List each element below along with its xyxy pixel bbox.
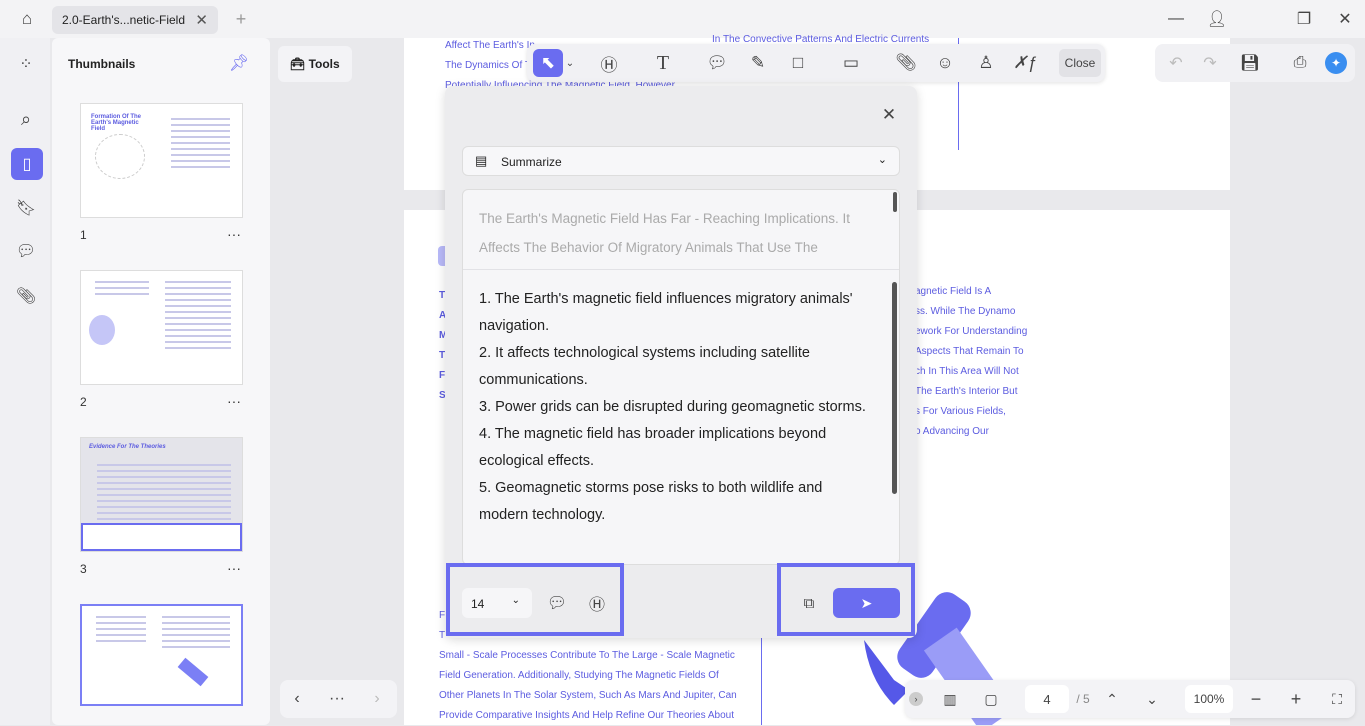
print-icon[interactable]: ⎙: [1287, 50, 1313, 76]
thumbnail-page-3[interactable]: Evidence For The Theories: [80, 437, 243, 552]
annotation-toolbar: ⬉ ⌄ Ⓗ T 💬︎ ✎ □ ▭ 📎︎ ☺ ♙ ✗ƒ Close: [527, 44, 1105, 82]
close-window-icon[interactable]: ✕: [1334, 8, 1356, 30]
undo-icon[interactable]: ↶: [1163, 50, 1189, 76]
page-number: 2: [80, 395, 87, 409]
close-dialog-icon[interactable]: ✕: [877, 104, 901, 126]
highlight-tool-icon[interactable]: Ⓗ: [595, 49, 623, 77]
zoom-out-icon[interactable]: −: [1245, 685, 1267, 713]
more-options-icon[interactable]: ···: [227, 226, 241, 242]
fit-page-icon[interactable]: ⛶: [1325, 685, 1349, 713]
stamp-tool-icon[interactable]: ♙: [972, 49, 1000, 77]
highlight-box-left: [446, 563, 624, 636]
more-options-icon[interactable]: ···: [227, 560, 241, 576]
bookmark-icon[interactable]: 🔖︎: [12, 196, 40, 220]
user-icon[interactable]: 👤︎: [1206, 8, 1228, 30]
page-total: / 5: [1076, 692, 1090, 706]
restore-icon[interactable]: ❐: [1293, 8, 1315, 30]
scrollbar[interactable]: [892, 282, 897, 494]
thumbnail-title: Evidence For The Theories: [89, 444, 166, 450]
attach-tool-icon[interactable]: 📎︎: [892, 49, 920, 77]
measure-tool-icon[interactable]: ▭: [837, 49, 865, 77]
save-icon[interactable]: 💾︎: [1237, 50, 1263, 76]
left-rail: ⁘ ⌕ ▯ 🔖︎ 💬︎ 📎︎: [0, 38, 50, 725]
pin-icon[interactable]: 📌︎: [228, 53, 250, 73]
page-number: 1: [80, 228, 87, 242]
chevron-down-icon: ⌄: [877, 154, 887, 166]
more-icon[interactable]: ···: [326, 688, 348, 710]
shape-tool-icon[interactable]: □: [784, 49, 812, 77]
pencil-tool-icon[interactable]: ✎: [744, 49, 772, 77]
search-icon[interactable]: ⌕: [12, 107, 40, 131]
select-tool-icon[interactable]: ⬉: [533, 49, 563, 77]
content-box: The Earth's Magnetic Field Has Far - Rea…: [462, 189, 900, 565]
page-layout-icon[interactable]: ▥: [937, 685, 963, 713]
signature-tool-icon[interactable]: ✗ƒ: [1011, 49, 1039, 77]
chevron-down-icon[interactable]: ⌄: [563, 49, 577, 77]
tools-button[interactable]: 🧰︎ Tools: [278, 46, 352, 82]
scrollbar[interactable]: [893, 192, 897, 212]
ai-summarize-dialog: ✕ ▤ Summarize ⌄ The Earth's Magnetic Fie…: [445, 86, 917, 638]
highlight-box-right: [777, 563, 915, 636]
thumbnails-icon[interactable]: ▯: [11, 148, 43, 180]
thumbnail-page-2[interactable]: [80, 270, 243, 385]
mode-label: Summarize: [501, 155, 562, 169]
summary-output: 1. The Earth's magnetic field influences…: [479, 291, 866, 523]
redo-icon[interactable]: ↷: [1197, 50, 1223, 76]
page-number: 3: [80, 562, 87, 576]
thumbnail-title: Formation Of The Earth's Magnetic Field: [91, 114, 141, 132]
page-input[interactable]: 4: [1025, 685, 1069, 713]
text-tool-icon[interactable]: T: [649, 49, 677, 77]
comment-icon[interactable]: 💬︎: [12, 239, 40, 263]
tab-label: 2.0-Earth's...netic-Field: [62, 13, 186, 27]
home-icon[interactable]: ⌂: [14, 8, 40, 30]
add-tab-button[interactable]: +: [230, 8, 252, 30]
page-text: agnetic Field Is Ass. While The Dynamo ew…: [915, 286, 1028, 437]
zoom-level[interactable]: 100%: [1185, 685, 1233, 713]
mode-dropdown[interactable]: ▤ Summarize ⌄: [462, 146, 900, 176]
thumbnails-panel: Thumbnails 📌︎ Formation Of The Earth's M…: [52, 38, 270, 725]
source-text: The Earth's Magnetic Field Has Far - Rea…: [463, 190, 899, 270]
attachment-icon[interactable]: 📎︎: [12, 284, 40, 308]
more-options-icon[interactable]: ···: [227, 393, 241, 409]
previous-icon[interactable]: ‹: [286, 688, 308, 710]
panel-title: Thumbnails: [68, 57, 136, 71]
status-bar: › ▥ ▢ 4 / 5 ⌃ ⌄ 100% − + ⛶: [905, 680, 1355, 718]
minimize-icon[interactable]: —: [1165, 8, 1187, 30]
apps-icon[interactable]: ⁘: [12, 52, 40, 76]
document-tab[interactable]: 2.0-Earth's...netic-Field ✕: [52, 6, 218, 34]
tools-label: Tools: [308, 57, 340, 71]
presentation-icon[interactable]: ▢: [978, 685, 1004, 713]
title-bar: ⌂ 2.0-Earth's...netic-Field ✕ + — 👤︎ ❐ ✕: [0, 0, 1365, 38]
thumbnail-page-1[interactable]: Formation Of The Earth's Magnetic Field: [80, 103, 243, 218]
toolbox-icon: 🧰︎: [290, 57, 309, 71]
thumbnail-page-4[interactable]: [80, 604, 243, 706]
previous-page-icon[interactable]: ⌃: [1101, 685, 1123, 713]
close-tab-icon[interactable]: ✕: [195, 11, 208, 29]
zoom-in-icon[interactable]: +: [1285, 685, 1307, 713]
right-toolbar: ↶ ↷ 💾︎ ⎙ ✦: [1155, 44, 1355, 82]
expand-icon[interactable]: ›: [909, 692, 923, 706]
next-page-icon[interactable]: ⌄: [1141, 685, 1163, 713]
sticker-tool-icon[interactable]: ☺: [931, 49, 959, 77]
comment-tool-icon[interactable]: 💬︎: [703, 49, 731, 77]
next-icon[interactable]: ›: [366, 688, 388, 710]
summarize-icon: ▤: [475, 153, 488, 168]
thumbnail-nav: ‹ ··· ›: [280, 680, 397, 718]
close-toolbar-button[interactable]: Close: [1059, 49, 1101, 77]
ai-assistant-icon[interactable]: ✦: [1325, 52, 1347, 74]
